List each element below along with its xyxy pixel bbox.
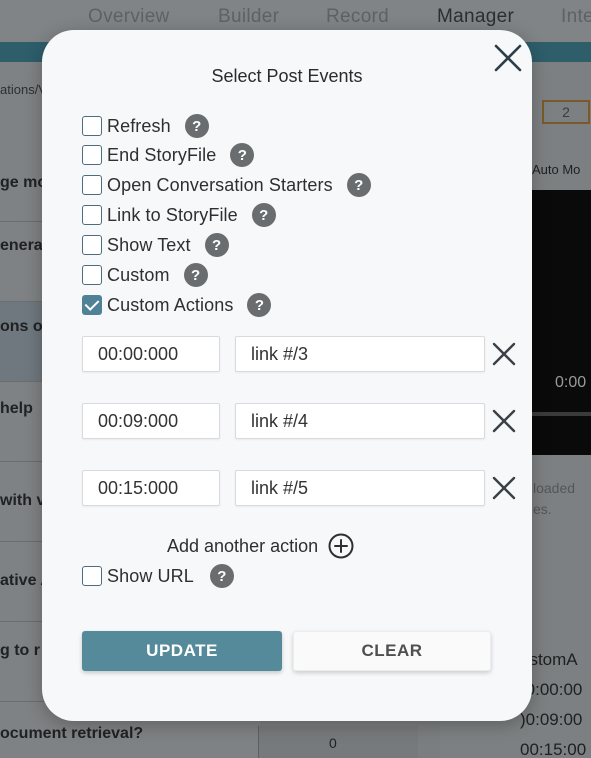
post-events-modal: Select Post Events Refresh ? End StoryFi… <box>42 30 532 721</box>
help-icon[interactable]: ? <box>251 203 276 227</box>
add-action-label: Add another action <box>167 535 319 556</box>
tab-builder[interactable]: Builder <box>218 6 279 28</box>
tab-inte[interactable]: Inte <box>561 6 591 28</box>
option-label: Refresh <box>107 115 171 136</box>
add-action-button[interactable]: Add another action <box>167 533 354 559</box>
custom-checkbox[interactable] <box>82 265 102 285</box>
option-show-text: Show Text ? <box>82 233 229 257</box>
auto-mode-label[interactable]: Auto Mo <box>532 162 580 177</box>
option-label: Show Text <box>107 234 191 255</box>
help-icon[interactable]: ? <box>230 143 255 167</box>
help-icon[interactable]: ? <box>346 173 371 197</box>
option-end-storyfile: End StoryFile ? <box>82 143 255 167</box>
tab-record[interactable]: Record <box>326 6 389 28</box>
option-label: Custom Actions <box>107 294 234 315</box>
custom-actions-checkbox[interactable] <box>82 295 102 315</box>
remove-action-icon[interactable] <box>492 342 516 366</box>
list-item-bottom[interactable]: ocument retrieval? <box>0 725 143 743</box>
option-show-url: Show URL ? <box>82 564 234 588</box>
clear-button[interactable]: CLEAR <box>293 631 491 671</box>
help-icon[interactable]: ? <box>204 233 229 257</box>
show-url-checkbox[interactable] <box>82 566 102 586</box>
video-time: 0:00 <box>555 374 587 391</box>
link-to-storyfile-checkbox[interactable] <box>82 205 102 225</box>
action-time-field[interactable] <box>82 336 220 372</box>
help-icon[interactable]: ? <box>183 263 208 287</box>
update-button[interactable]: UPDATE <box>82 631 282 671</box>
remove-action-icon[interactable] <box>492 409 516 433</box>
loaded-text: loaded es. <box>533 480 576 517</box>
option-label: Custom <box>107 264 170 285</box>
page-count-box[interactable]: 2 <box>542 100 590 124</box>
option-link-to-storyfile: Link to StoryFile ? <box>82 203 276 227</box>
option-open-conversation-starters: Open Conversation Starters ? <box>82 173 371 197</box>
refresh-checkbox[interactable] <box>82 116 102 136</box>
option-custom: Custom ? <box>82 263 208 287</box>
help-icon[interactable]: ? <box>209 564 234 588</box>
option-label: Open Conversation Starters <box>107 174 333 195</box>
action-link-field[interactable] <box>235 403 485 439</box>
tab-manager[interactable]: Manager <box>437 6 514 28</box>
help-icon[interactable]: ? <box>247 293 272 317</box>
show-text-checkbox[interactable] <box>82 235 102 255</box>
breadcrumb[interactable]: ations/V <box>0 82 47 97</box>
action-link-field[interactable] <box>235 470 485 506</box>
plus-circle-icon[interactable] <box>328 533 354 559</box>
option-label: Show URL <box>107 565 194 586</box>
tab-overview[interactable]: Overview <box>88 6 170 28</box>
open-conversation-starters-checkbox[interactable] <box>82 175 102 195</box>
option-label: Link to StoryFile <box>107 204 238 225</box>
option-label: End StoryFile <box>107 144 217 165</box>
end-storyfile-checkbox[interactable] <box>82 145 102 165</box>
action-link-field[interactable] <box>235 336 485 372</box>
option-refresh: Refresh ? <box>82 114 209 138</box>
quantity-stepper[interactable]: 0 <box>258 726 418 758</box>
action-time-field[interactable] <box>82 403 220 439</box>
action-time-field[interactable] <box>82 470 220 506</box>
modal-title: Select Post Events <box>211 66 363 86</box>
video-progress-bar[interactable] <box>525 412 591 416</box>
remove-action-icon[interactable] <box>492 476 516 500</box>
option-custom-actions: Custom Actions ? <box>82 293 272 317</box>
help-icon[interactable]: ? <box>184 114 209 138</box>
